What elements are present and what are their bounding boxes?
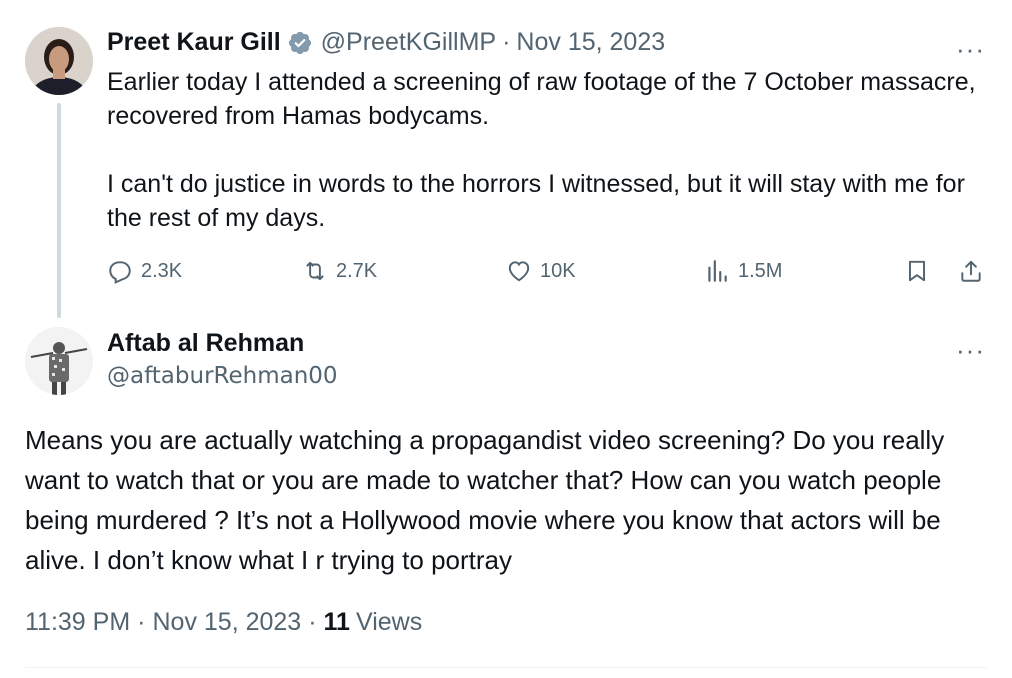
- tweet-header: Preet Kaur Gill @PreetKGillMP · Nov 15, …: [107, 28, 665, 57]
- like-icon: [508, 261, 530, 282]
- reply-text: Means you are actually watching a propag…: [25, 425, 945, 575]
- bookmark-button[interactable]: [904, 258, 938, 284]
- reply-more-options-icon[interactable]: ···: [956, 337, 985, 363]
- avatar-photo: [25, 327, 93, 395]
- reply-icon: [109, 261, 131, 284]
- repost-button[interactable]: 2.7K: [302, 258, 377, 284]
- author-handle[interactable]: @PreetKGillMP: [321, 28, 496, 57]
- like-button[interactable]: 10K: [506, 258, 576, 284]
- repost-icon: [306, 261, 324, 281]
- reply-button[interactable]: 2.3K: [107, 258, 182, 284]
- reply-date[interactable]: Nov 15, 2023: [152, 608, 301, 637]
- avatar-photo: [25, 27, 93, 95]
- repost-count: 2.7K: [336, 259, 378, 282]
- reply-author-name[interactable]: Aftab al Rehman: [107, 329, 304, 358]
- separator: ·: [502, 28, 511, 56]
- verified-icon: [287, 30, 313, 56]
- views-count: 1.5M: [738, 259, 783, 282]
- author-avatar[interactable]: [25, 27, 93, 95]
- reply-time[interactable]: 11:39 PM: [25, 608, 130, 637]
- reply-count: 2.3K: [141, 259, 183, 282]
- bookmark-icon: [908, 260, 926, 282]
- more-options-icon[interactable]: ···: [956, 36, 985, 62]
- tweet-date[interactable]: Nov 15, 2023: [516, 28, 665, 57]
- reply-views-label: Views: [355, 608, 423, 636]
- reply-author-avatar[interactable]: [25, 327, 93, 395]
- reply-views-count: 11: [323, 608, 350, 636]
- views-button[interactable]: 1.5M: [704, 258, 782, 284]
- share-button[interactable]: [958, 258, 992, 284]
- reply-meta: 11:39 PM · Nov 15, 2023 · 11 Views: [25, 608, 422, 637]
- reply-author-handle[interactable]: @aftaburRehman00: [107, 363, 338, 389]
- like-count: 10K: [540, 259, 576, 282]
- share-icon: [961, 260, 981, 282]
- tweet-text: Earlier today I attended a screening of …: [107, 68, 976, 232]
- separator: ·: [308, 608, 317, 636]
- author-name[interactable]: Preet Kaur Gill: [107, 28, 281, 57]
- divider: [25, 667, 987, 668]
- separator: ·: [137, 608, 146, 636]
- views-icon: [708, 260, 727, 282]
- thread-connector: [57, 103, 61, 318]
